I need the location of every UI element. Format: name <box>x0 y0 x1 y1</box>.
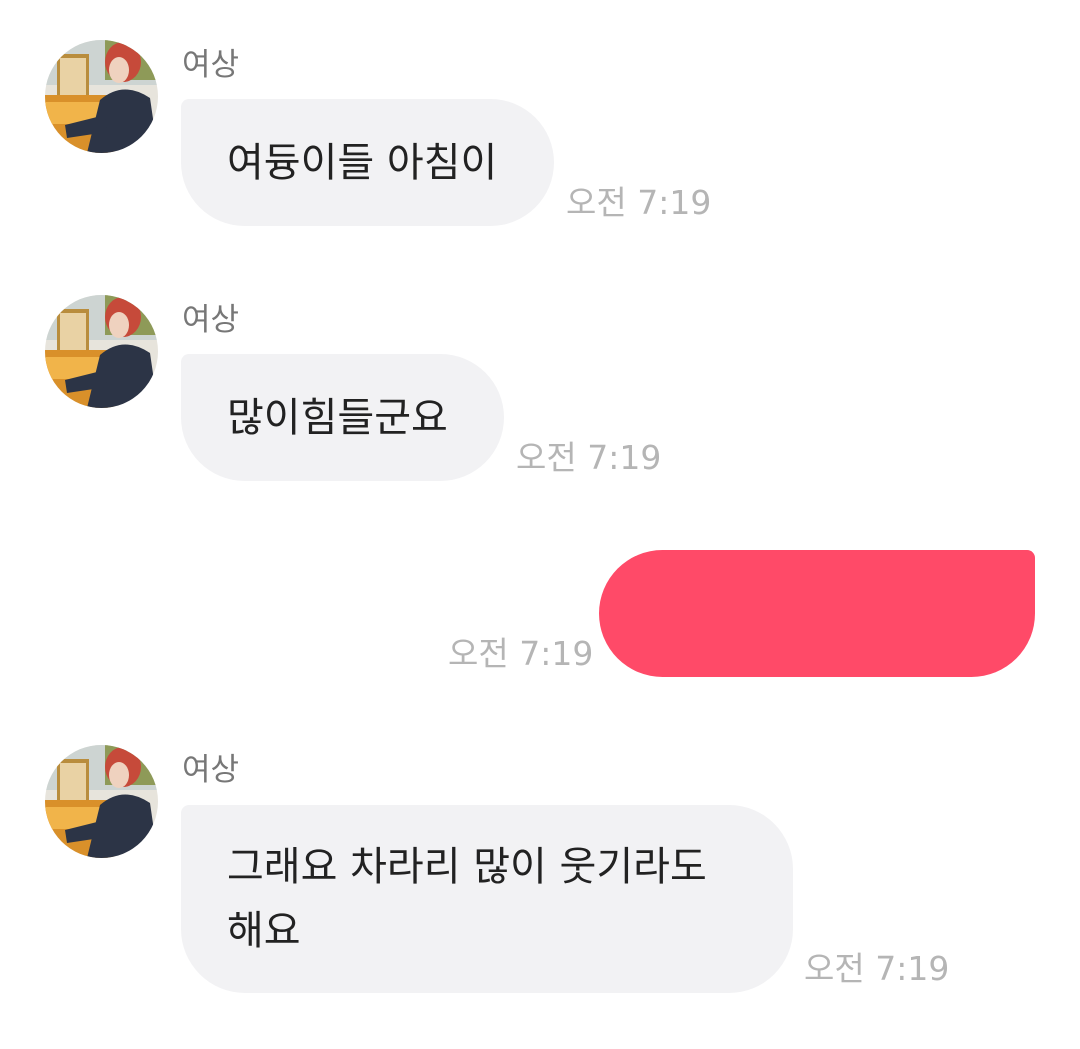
message-bubble[interactable]: 그래요 차라리 많이 웃기라도 해요 <box>181 805 793 993</box>
message-timestamp: 오전 7:19 <box>516 438 662 477</box>
sender-avatar[interactable] <box>45 40 158 153</box>
avatar-photo-icon <box>45 295 158 408</box>
sender-name: 여상 <box>182 47 240 83</box>
message-timestamp: 오전 7:19 <box>448 634 594 673</box>
sender-name: 여상 <box>182 752 240 788</box>
sender-avatar[interactable] <box>45 745 158 858</box>
message-timestamp: 오전 7:19 <box>566 183 712 222</box>
sender-avatar[interactable] <box>45 295 158 408</box>
outgoing-message-bubble[interactable] <box>599 550 1035 677</box>
message-timestamp: 오전 7:19 <box>804 949 950 988</box>
avatar-photo-icon <box>45 40 158 153</box>
avatar-photo-icon <box>45 745 158 858</box>
message-text: 그래요 차라리 많이 웃기라도 해요 <box>227 844 707 954</box>
message-text: 여듕이들 아침이 <box>227 139 498 186</box>
message-bubble[interactable]: 여듕이들 아침이 <box>181 99 554 226</box>
message-text: 많이힘들군요 <box>227 394 448 441</box>
message-bubble[interactable]: 많이힘들군요 <box>181 354 504 481</box>
sender-name: 여상 <box>182 302 240 338</box>
